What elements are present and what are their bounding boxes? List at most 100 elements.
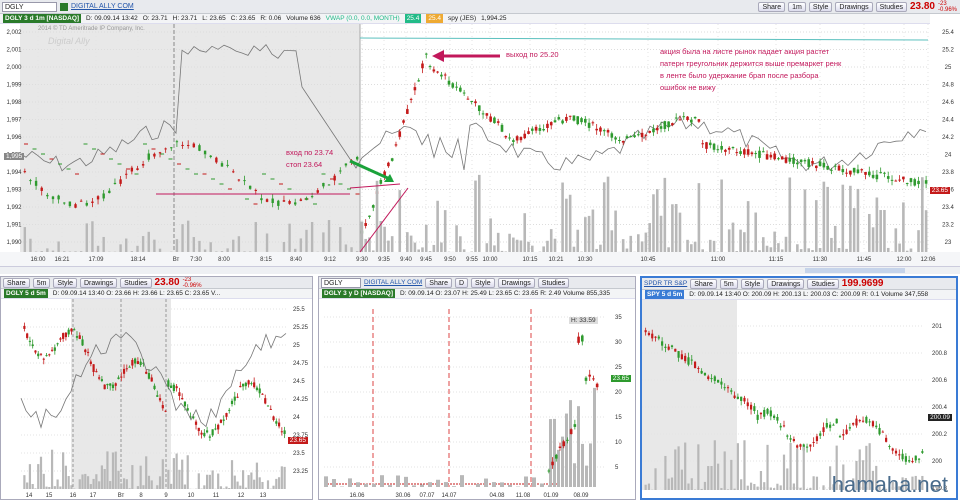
symbol-input[interactable]: DGLY (2, 1, 57, 12)
candle (885, 437, 888, 442)
volume-bar (375, 180, 379, 252)
volume-bar (388, 485, 392, 487)
candle (119, 179, 122, 184)
volume-bar (387, 240, 390, 252)
interval-button[interactable]: 5m (719, 278, 738, 289)
candle (106, 383, 109, 386)
y-tick-label: 200 (932, 459, 943, 465)
candle (898, 179, 901, 181)
drawings-button[interactable]: Drawings (835, 1, 873, 12)
volume-bar (717, 463, 720, 490)
drawings-button[interactable]: Drawings (767, 278, 805, 289)
volume-bar (299, 238, 303, 252)
style-button[interactable]: Style (808, 1, 833, 12)
company-link[interactable]: DIGITAL ALLY COM (71, 3, 134, 10)
panel1-canvas[interactable]: 25.525.252524.7524.524.252423.7523.523.2… (1, 299, 313, 499)
volume-bar (763, 482, 766, 490)
candle (708, 142, 712, 146)
volume-bar (786, 468, 789, 490)
share-button[interactable]: Share (690, 278, 717, 289)
drawings-button[interactable]: Drawings (497, 277, 535, 288)
volume-bar (225, 486, 228, 489)
candle (443, 74, 447, 76)
link-icon[interactable] (60, 2, 68, 11)
chart-symbol[interactable]: DGLY 3 y D [NASDAQ] (322, 289, 395, 298)
candle (898, 454, 901, 456)
chart-panel-3[interactable]: SPDR TR S&P SPDR TR S&P Share 5m Style D… (640, 276, 958, 500)
studies-button[interactable]: Studies (875, 1, 907, 12)
candle (260, 198, 263, 201)
style-button[interactable]: Style (53, 277, 77, 288)
main-chart[interactable]: 25.4 2,002 25.2 2,001 25 2,000 24.8 1,999 24.6 1,… (0, 24, 960, 266)
candle (95, 371, 98, 373)
candle (826, 165, 829, 170)
volume-bar (687, 483, 690, 490)
candle (113, 182, 117, 184)
style-button[interactable]: Style (740, 278, 765, 289)
chart-panel-2[interactable]: DGLY DIGITAL ALLY COM Share D Style Draw… (318, 276, 636, 500)
candle (493, 117, 496, 124)
candle (684, 355, 687, 362)
volume-bar (236, 481, 239, 489)
chart-symbol[interactable]: SPY 5 d 5m (645, 290, 685, 299)
share-button[interactable]: Share (758, 1, 786, 12)
candle (398, 131, 402, 137)
share-button[interactable]: Share (3, 277, 30, 288)
volume-bar (197, 473, 200, 489)
interval-button[interactable]: D (454, 277, 469, 288)
volume-bar (444, 482, 448, 487)
candle (261, 393, 264, 395)
y-tick-label: 24.5 (293, 379, 305, 385)
x-tick-label: 9:50 (444, 257, 456, 263)
candle (131, 359, 134, 366)
candle (266, 405, 270, 407)
candle (911, 460, 914, 463)
studies-button[interactable]: Studies (807, 278, 839, 289)
volume-bar (98, 481, 101, 489)
volume-bar (147, 231, 150, 252)
candle (716, 149, 720, 151)
chart-symbol[interactable]: DGLY 3 d 1m [NASDAQ] (3, 14, 82, 23)
chart-symbol[interactable]: DGLY 5 d 5m (4, 289, 48, 298)
volume-bar (462, 249, 466, 252)
candle (769, 410, 772, 417)
candle (868, 421, 871, 423)
volume-bar (305, 229, 308, 252)
candle (647, 332, 651, 336)
volume-bar (239, 485, 242, 489)
company-link[interactable]: DIGITAL ALLY COM (364, 279, 422, 286)
candle (512, 140, 515, 142)
candle (758, 150, 761, 158)
candle (147, 153, 150, 160)
scrollbar-thumb[interactable] (805, 268, 905, 273)
candle (875, 174, 879, 180)
main-scrollbar[interactable] (0, 266, 960, 274)
drawings-button[interactable]: Drawings (79, 277, 118, 288)
candle (807, 159, 811, 167)
chart-panel-1[interactable]: DGLY 5 d 5m Share 5m Style Drawings Stud… (0, 276, 313, 500)
candle (595, 128, 598, 131)
studies-button[interactable]: Studies (120, 277, 152, 288)
interval-button[interactable]: 5m (32, 277, 51, 288)
candle (584, 118, 587, 123)
volume-bar (67, 476, 70, 489)
candle (217, 424, 220, 430)
candle (773, 415, 776, 419)
volume-bar (803, 189, 807, 252)
x-tick-label: 16:00 (30, 257, 46, 263)
symbol-input[interactable]: DGLY (321, 277, 361, 288)
x-tick-label: 10 (188, 493, 195, 499)
style-button[interactable]: Style (471, 277, 495, 288)
volume-bar (546, 240, 549, 252)
candle (387, 162, 390, 167)
candle (881, 431, 884, 433)
interval-button[interactable]: 1m (788, 1, 806, 12)
panel-price: 23.80 (154, 277, 180, 288)
left-tick-label: 2,000 (6, 65, 22, 71)
panel3-canvas[interactable]: 201200.8200.6200.4200.2200199.8 (642, 300, 958, 500)
studies-button[interactable]: Studies (537, 277, 570, 288)
volume-bar (283, 466, 286, 489)
panel2-canvas[interactable]: 35 30 25 20 15 10 5 16.06 30.06 07.07 14.07 04.08 11… (319, 299, 636, 499)
share-button[interactable]: Share (425, 277, 452, 288)
company-link[interactable]: SPDR TR S&P (644, 280, 687, 287)
